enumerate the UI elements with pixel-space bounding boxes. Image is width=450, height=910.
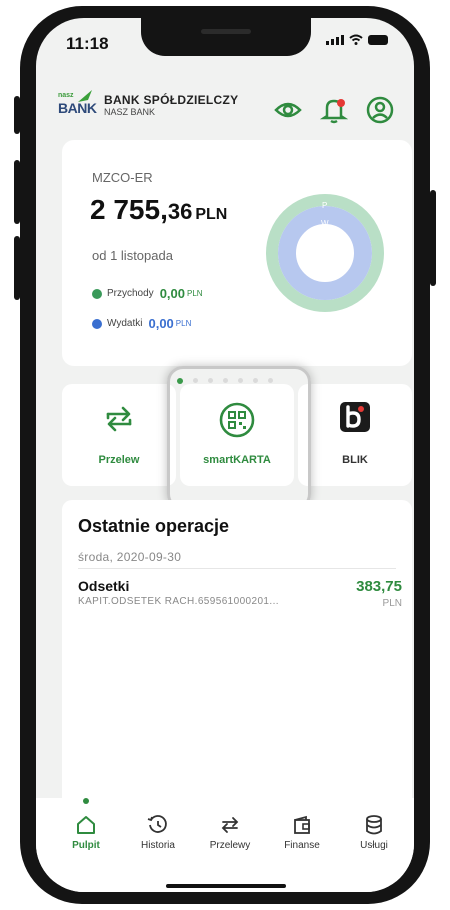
balance-main: 2 755, <box>90 194 168 225</box>
operations-divider <box>78 568 396 569</box>
home-icon <box>77 816 95 834</box>
status-icons <box>326 34 388 45</box>
transfer-label: Przelew <box>98 454 140 466</box>
period-label: od 1 listopada <box>92 248 173 263</box>
wallet-icon <box>294 815 310 834</box>
income-label: Przychody <box>107 288 154 299</box>
operations-title: Ostatnie operacje <box>78 516 230 536</box>
blik-action[interactable]: BLIK <box>298 384 412 486</box>
income-expense-donut: P W <box>266 194 384 312</box>
donut-label-w: W <box>321 219 329 228</box>
phone-mute-switch <box>14 96 20 134</box>
expense-unit: PLN <box>175 319 192 328</box>
income-unit: PLN <box>187 289 203 298</box>
phone-volume-down <box>14 236 20 300</box>
operation-currency: PLN <box>382 598 402 609</box>
tab-historia[interactable]: Historia <box>122 814 194 851</box>
expense-row: Wydatki 0,00 PLN <box>92 316 191 331</box>
logo-small-text: nasz <box>58 92 74 99</box>
expense-dot <box>92 318 102 329</box>
signal-icon <box>326 35 344 45</box>
income-value: 0,00 <box>159 286 185 301</box>
tab-label: Usługi <box>360 840 388 851</box>
speaker <box>201 29 251 34</box>
expense-value: 0,00 <box>148 316 174 331</box>
balance-currency: PLN <box>195 206 228 223</box>
bank-name: BANK SPÓŁDZIELCZY NASZ BANK <box>104 93 238 117</box>
balance-cents: 36 <box>167 199 193 224</box>
recent-operations: Ostatnie operacje środa, 2020-09-30 Odse… <box>62 500 412 840</box>
blik-icon <box>340 402 370 432</box>
tab-pulpit[interactable]: Pulpit <box>50 814 122 851</box>
smartkarta-highlight <box>167 366 311 510</box>
account-name: MZCO-ER <box>92 170 153 185</box>
bottom-tabbar: Pulpit Historia Przelewy Finanse Usługi <box>36 798 414 892</box>
profile-icon[interactable] <box>366 96 394 124</box>
expense-label: Wydatki <box>107 318 143 329</box>
app-screen: 11:18 nasz BANK BANK SPÓŁDZIELCZY NASZ B… <box>36 18 414 892</box>
operations-date: środa, 2020-09-30 <box>78 550 182 564</box>
notch <box>141 18 311 56</box>
tab-uslugi[interactable]: Usługi <box>338 814 410 851</box>
account-balance: 2 755,36 PLN <box>90 194 227 226</box>
home-indicator[interactable] <box>166 884 286 888</box>
phone-power-button <box>430 190 436 286</box>
bank-name-line2: NASZ BANK <box>104 107 156 117</box>
tab-label: Pulpit <box>72 840 100 851</box>
database-icon <box>366 815 382 835</box>
tab-label: Historia <box>141 840 175 851</box>
operation-name: Odsetki <box>78 578 130 594</box>
header-actions <box>274 96 394 124</box>
transfer-action[interactable]: Przelew <box>62 384 176 486</box>
bell-icon[interactable] <box>320 96 348 124</box>
battery-icon <box>368 35 388 45</box>
donut-label-p: P <box>322 201 327 210</box>
operation-description: KAPIT.ODSETEK RACH.659561000201... <box>78 596 279 607</box>
phone-volume-up <box>14 160 20 224</box>
operation-amount: 383,75 <box>356 578 402 595</box>
status-time: 11:18 <box>66 34 109 53</box>
tab-label: Przelewy <box>209 840 251 851</box>
wifi-icon <box>349 34 363 45</box>
account-card[interactable]: MZCO-ER 2 755,36 PLN od 1 listopada Przyc… <box>62 140 412 366</box>
blik-label: BLIK <box>342 454 368 466</box>
bank-logo: nasz BANK BANK SPÓŁDZIELCZY NASZ BANK <box>58 88 238 122</box>
eye-icon[interactable] <box>274 96 302 124</box>
leaf-icon <box>78 90 92 102</box>
income-row: Przychody 0,00 PLN <box>92 286 203 301</box>
tab-label: Finanse <box>284 840 320 851</box>
history-icon <box>147 815 167 833</box>
transfer-icon <box>106 406 132 432</box>
logo-mark: nasz BANK <box>58 88 97 122</box>
active-tab-indicator <box>83 798 89 804</box>
income-dot <box>92 288 102 299</box>
tab-finanse[interactable]: Finanse <box>266 814 338 851</box>
transfer-icon <box>221 817 239 833</box>
bank-name-line1: BANK SPÓŁDZIELCZY <box>104 93 239 107</box>
tab-przelewy[interactable]: Przelewy <box>194 814 266 851</box>
